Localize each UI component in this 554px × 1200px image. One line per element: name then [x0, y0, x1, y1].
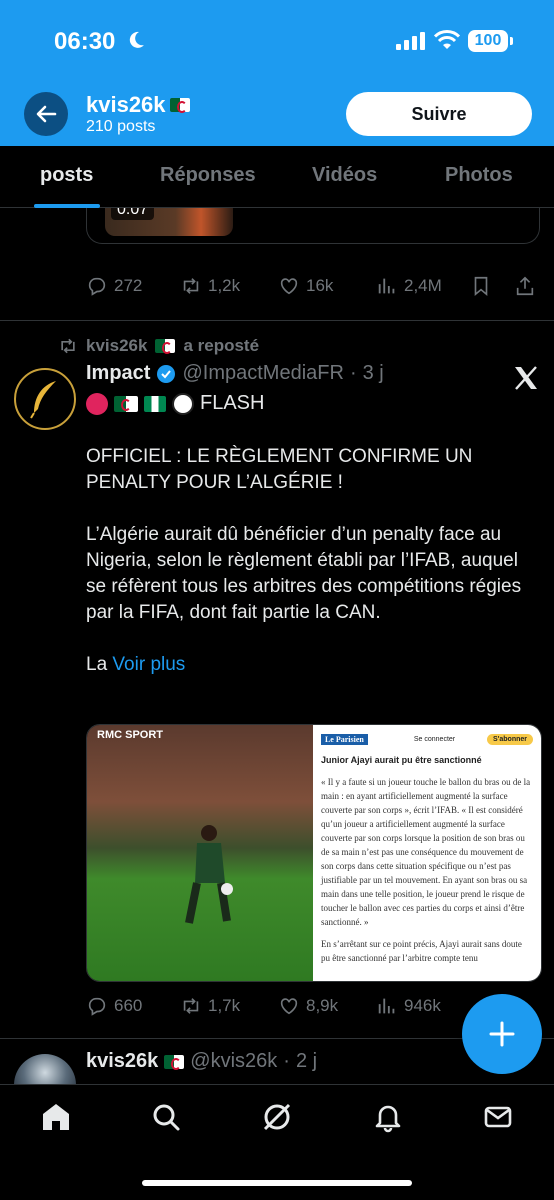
views-button[interactable]: 946k	[376, 995, 441, 1017]
algeria-flag-icon	[169, 98, 190, 113]
tweet-text: OFFICIEL : LE RÈGLEMENT CONFIRME UN PENA…	[86, 444, 526, 704]
share-button[interactable]	[514, 275, 536, 297]
algeria-flag-icon	[155, 339, 176, 354]
nigeria-flag-icon	[144, 395, 166, 412]
repost-icon	[183, 278, 199, 294]
reply-icon	[88, 997, 106, 1016]
reposted-by-line[interactable]: kvis26k a reposté	[58, 336, 259, 356]
player-figure	[185, 825, 233, 924]
views-icon	[378, 998, 395, 1014]
article-title: Junior Ajayi aurait pu être sanctionné	[320, 755, 482, 765]
algeria-flag-icon	[164, 1054, 185, 1070]
rotating-light-icon	[86, 392, 108, 415]
tab-reponses[interactable]: Réponses	[160, 164, 256, 187]
repost-icon	[61, 338, 75, 354]
tab-videos[interactable]: Vidéos	[312, 164, 377, 187]
compose-button[interactable]	[462, 994, 542, 1074]
status-bar: 06:30 100	[0, 0, 554, 84]
previous-tweet-actions: 272 1,2k 16k 2,4M	[86, 272, 540, 300]
back-button[interactable]	[24, 92, 68, 136]
search-icon[interactable]	[150, 1101, 182, 1133]
share-icon	[516, 276, 534, 296]
grok-icon[interactable]	[261, 1101, 293, 1133]
video-duration: 0:07	[111, 208, 155, 220]
soccer-ball-icon	[172, 392, 194, 415]
repost-button[interactable]: 1,2k	[180, 275, 240, 297]
home-indicator	[142, 1180, 412, 1186]
algeria-flag-icon	[114, 395, 138, 412]
profile-header: 06:30 100 kvis26k 210 posts Suivre	[0, 0, 554, 146]
plus-icon	[489, 1021, 515, 1047]
flash-line: FLASH	[86, 392, 264, 415]
profile-name: kvis26k	[86, 92, 190, 118]
like-button[interactable]: 8,9k	[278, 995, 338, 1017]
rmc-sport-logo: RMC SPORT	[97, 729, 163, 741]
wifi-icon	[434, 30, 460, 49]
show-more-link[interactable]: Voir plus	[112, 654, 185, 675]
tab-photos[interactable]: Photos	[445, 164, 513, 187]
next-author-avatar[interactable]	[14, 1054, 76, 1084]
signal-icon	[396, 32, 425, 50]
article-screenshot[interactable]: Le Parisien Se connecter S'abonner Junio…	[312, 725, 541, 981]
repost-button[interactable]: 1,7k	[180, 995, 240, 1017]
tweet-tail: La Voir plus	[86, 654, 186, 675]
home-icon[interactable]	[40, 1101, 72, 1133]
reply-button[interactable]: 660	[86, 995, 142, 1017]
tweet-headline: OFFICIEL : LE RÈGLEMENT CONFIRME UN PENA…	[86, 446, 473, 493]
notifications-bell-icon[interactable]	[372, 1101, 404, 1133]
tab-posts[interactable]: posts	[40, 164, 93, 187]
views-button[interactable]: 2,4M	[376, 275, 442, 297]
article-text: « Il y a faute si un joueur touche le ba…	[320, 777, 531, 963]
arrow-left-icon	[36, 105, 57, 123]
tweet-age: 3 j	[362, 362, 384, 384]
like-button[interactable]: 16k	[278, 275, 333, 297]
follow-button[interactable]: Suivre	[346, 92, 532, 136]
feather-logo-icon	[30, 381, 56, 419]
author-name[interactable]: Impact	[86, 362, 150, 385]
repost-icon	[183, 998, 199, 1014]
next-tweet-author-line[interactable]: kvis26k @kvis26k · 2 j	[86, 1050, 317, 1073]
author-handle: @ImpactMediaFR	[182, 362, 344, 384]
verified-badge-icon	[157, 364, 176, 383]
messages-mail-icon[interactable]	[482, 1101, 514, 1133]
timeline[interactable]: 0:07 272 1,2k 16k 2,4M kvis26k a reposté…	[0, 208, 554, 1084]
tweet-author-line[interactable]: Impact @ImpactMediaFR · 3 j	[86, 362, 384, 385]
views-icon	[378, 278, 395, 294]
moon-icon	[129, 31, 144, 48]
tweet-divider	[0, 320, 554, 321]
author-avatar[interactable]	[14, 368, 76, 430]
bookmark-icon	[474, 276, 488, 297]
posts-count: 210 posts	[86, 118, 156, 135]
status-time: 06:30	[54, 28, 116, 55]
heart-icon	[280, 998, 298, 1015]
football-photo[interactable]: RMC SPORT	[87, 725, 313, 981]
heart-icon	[280, 278, 298, 295]
tweet-paragraph: L’Algérie aurait dû bénéficier d’un pena…	[86, 524, 522, 623]
tweet-media[interactable]: RMC SPORT Le Parisien Se connecter S'abo…	[86, 724, 542, 982]
reply-icon	[88, 277, 106, 296]
profile-tabs: posts Réponses Vidéos Photos	[0, 146, 554, 208]
video-thumbnail[interactable]: 0:07	[105, 208, 233, 236]
article-toolbar: Le Parisien Se connecter S'abonner	[320, 731, 533, 747]
previous-tweet-media[interactable]: 0:07	[86, 208, 540, 244]
le-parisien-logo: Le Parisien	[320, 733, 368, 745]
bookmark-button[interactable]	[470, 275, 492, 297]
reply-button[interactable]: 272	[86, 275, 142, 297]
battery-indicator: 100	[468, 30, 513, 52]
x-logo-icon[interactable]	[512, 364, 540, 392]
